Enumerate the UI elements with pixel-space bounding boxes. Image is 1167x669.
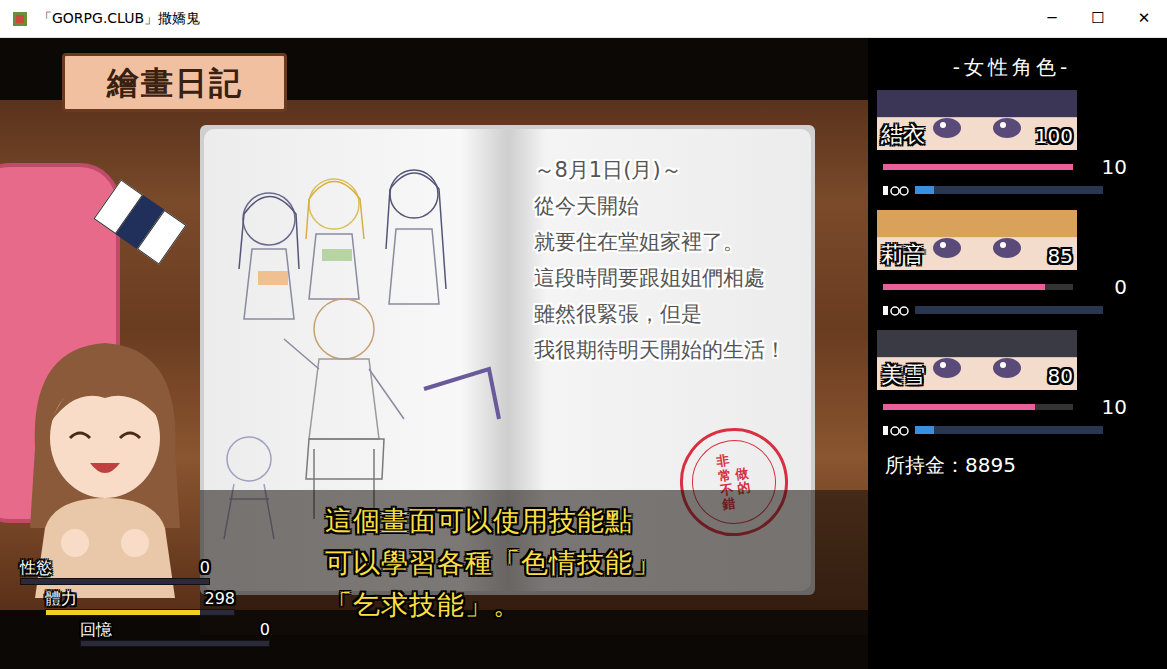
game-viewport: 繪畫日記 ～8月1日(月)～ 從今天開始就要住在堂姐家裡了。這段時間要跟姐姐們相處雖… [0,38,1167,669]
stat-bar [80,640,270,647]
heroine-name: 結衣 [881,122,925,148]
heroine-affection: 100 [1035,124,1073,148]
heroine-portrait: 莉音 85 [877,210,1077,270]
player-character-sprite [15,328,195,598]
scene-title: 繪畫日記 [107,59,243,107]
diary-date: ～8月1日(月)～ [534,155,812,185]
diary-line: 從今天開始 [534,191,812,221]
heroine-portrait: 結衣 100 [877,90,1077,150]
heroine-panel: -女性角色- 結衣 100 10 莉音 85 0 美雪 80 10 所持金：8895 [868,38,1167,669]
window-title: 「GORPG.CLUB」撒嬌鬼 [38,8,200,29]
heroine-card[interactable]: 莉音 85 0 [877,210,1167,316]
stat-label: 性慾 [20,558,52,578]
heroine-name: 莉音 [881,242,925,268]
heroine-lust: 0 [1114,276,1127,298]
diary-line: 我很期待明天開始的生活！ [534,335,812,365]
window-control-button[interactable]: ✕ [1121,0,1167,38]
lust-bar [915,426,1103,434]
stat-bar [20,578,210,585]
app-icon [11,10,29,28]
window-control-button[interactable]: ─ [1029,0,1075,38]
affection-bar [883,404,1073,410]
heroine-panel-header: -女性角色- [953,52,1091,82]
money: 所持金：8895 [885,450,1167,480]
heroine-affection: 85 [1048,244,1073,268]
heroine-name: 美雪 [881,362,925,388]
diary-line: 雖然很緊張，但是 [534,299,812,329]
lust-icon [883,304,909,316]
heroine-portrait: 美雪 80 [877,330,1077,390]
affection-bar [883,164,1073,170]
scene-title-plaque: 繪畫日記 [62,53,287,112]
player-stat: 回憶 0 [80,620,270,647]
lust-icon [883,184,909,196]
heroine-affection: 80 [1048,364,1073,388]
heroine-card[interactable]: 結衣 100 10 [877,90,1167,196]
message-line: 「乞求技能」。 [325,587,521,623]
lust-bar [915,186,1103,194]
heroine-lust: 10 [1102,156,1127,178]
stat-value: 0 [200,558,210,578]
message-line: 可以學習各種「色情技能」 [325,545,661,581]
stat-value: 0 [260,620,270,640]
diary-line: 這段時間要跟姐姐們相處 [534,263,812,293]
app-window: 「GORPG.CLUB」撒嬌鬼 ─☐✕ 繪畫日記 ～8月1日(月)～ 從今天開始就要住在… [0,0,1167,669]
player-stat: 性慾 0 [20,558,210,585]
player-stats: 性慾 0 體力 298 回憶 0 [0,558,270,647]
stat-label: 體力 [45,589,77,609]
heroine-lust: 10 [1102,396,1127,418]
message-window: 這個畫面可以使用技能點可以學習各種「色情技能」「乞求技能」。 [200,490,868,635]
affection-bar [883,284,1073,290]
heroine-card[interactable]: 美雪 80 10 [877,330,1167,436]
stat-label: 回憶 [80,620,112,640]
lust-icon [883,424,909,436]
message-line: 這個畫面可以使用技能點 [325,503,633,539]
stat-value: 298 [204,589,235,609]
window-control-button[interactable]: ☐ [1075,0,1121,38]
lust-bar [915,306,1103,314]
player-stat: 體力 298 [45,589,235,616]
diary-scene: 繪畫日記 ～8月1日(月)～ 從今天開始就要住在堂姐家裡了。這段時間要跟姐姐們相處雖… [0,38,868,669]
title-bar: 「GORPG.CLUB」撒嬌鬼 ─☐✕ [0,0,1167,38]
stat-bar [45,609,235,616]
diary-line: 就要住在堂姐家裡了。 [534,227,812,257]
